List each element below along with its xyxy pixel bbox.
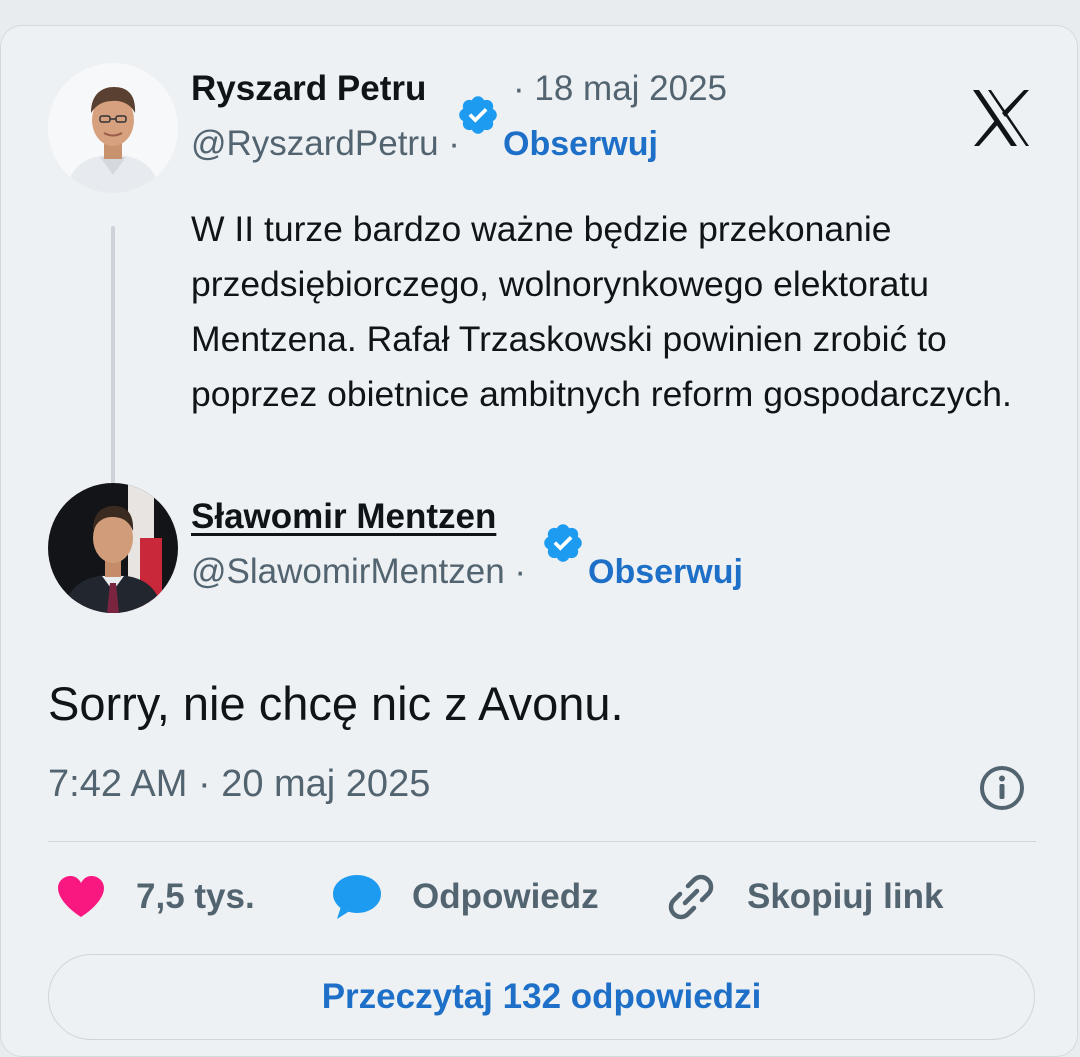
- quoted-tweet-text: W II turze bardzo ważne będzie przekonan…: [191, 209, 1012, 414]
- divider: [48, 841, 1036, 842]
- like-button[interactable]: 7,5 tys.: [56, 871, 255, 923]
- x-logo-icon[interactable]: [971, 89, 1031, 152]
- reply-label: Odpowiedz: [412, 877, 599, 916]
- speech-bubble-icon: [331, 873, 383, 921]
- tweet-text: Sorry, nie chcę nic z Avonu.: [48, 677, 624, 730]
- thread-connector-line: [111, 226, 115, 494]
- reply-button[interactable]: Odpowiedz: [331, 871, 599, 923]
- heart-icon: [56, 875, 106, 919]
- copy-link-button[interactable]: Skopiuj link: [666, 871, 943, 923]
- link-icon: [666, 872, 716, 922]
- read-replies-button[interactable]: Przeczytaj 132 odpowiedzi: [48, 954, 1035, 1040]
- avatar-slawomir-mentzen[interactable]: [48, 483, 178, 613]
- avatar-ryszard-petru[interactable]: [48, 63, 178, 193]
- quoted-author-handle[interactable]: @RyszardPetru ·: [191, 124, 460, 164]
- follow-button-slawomir-mentzen[interactable]: Obserwuj: [588, 553, 743, 592]
- copy-link-label: Skopiuj link: [747, 877, 944, 916]
- author-name[interactable]: Sławomir Mentzen: [191, 497, 496, 537]
- quoted-tweet-date[interactable]: · 18 maj 2025: [513, 69, 727, 109]
- quoted-author-name[interactable]: Ryszard Petru: [191, 69, 426, 109]
- like-count: 7,5 tys.: [136, 877, 255, 916]
- verified-badge-icon: [541, 521, 585, 570]
- info-icon[interactable]: [978, 764, 1026, 817]
- verified-badge-icon: [456, 93, 500, 142]
- author-handle[interactable]: @SlawomirMentzen ·: [191, 552, 526, 592]
- tweet-embed-card: Ryszard Petru · 18 maj 2025 @RyszardPetr…: [0, 25, 1078, 1057]
- follow-button-ryszard-petru[interactable]: Obserwuj: [503, 125, 658, 164]
- tweet-timestamp[interactable]: 7:42 AM · 20 maj 2025: [48, 763, 430, 806]
